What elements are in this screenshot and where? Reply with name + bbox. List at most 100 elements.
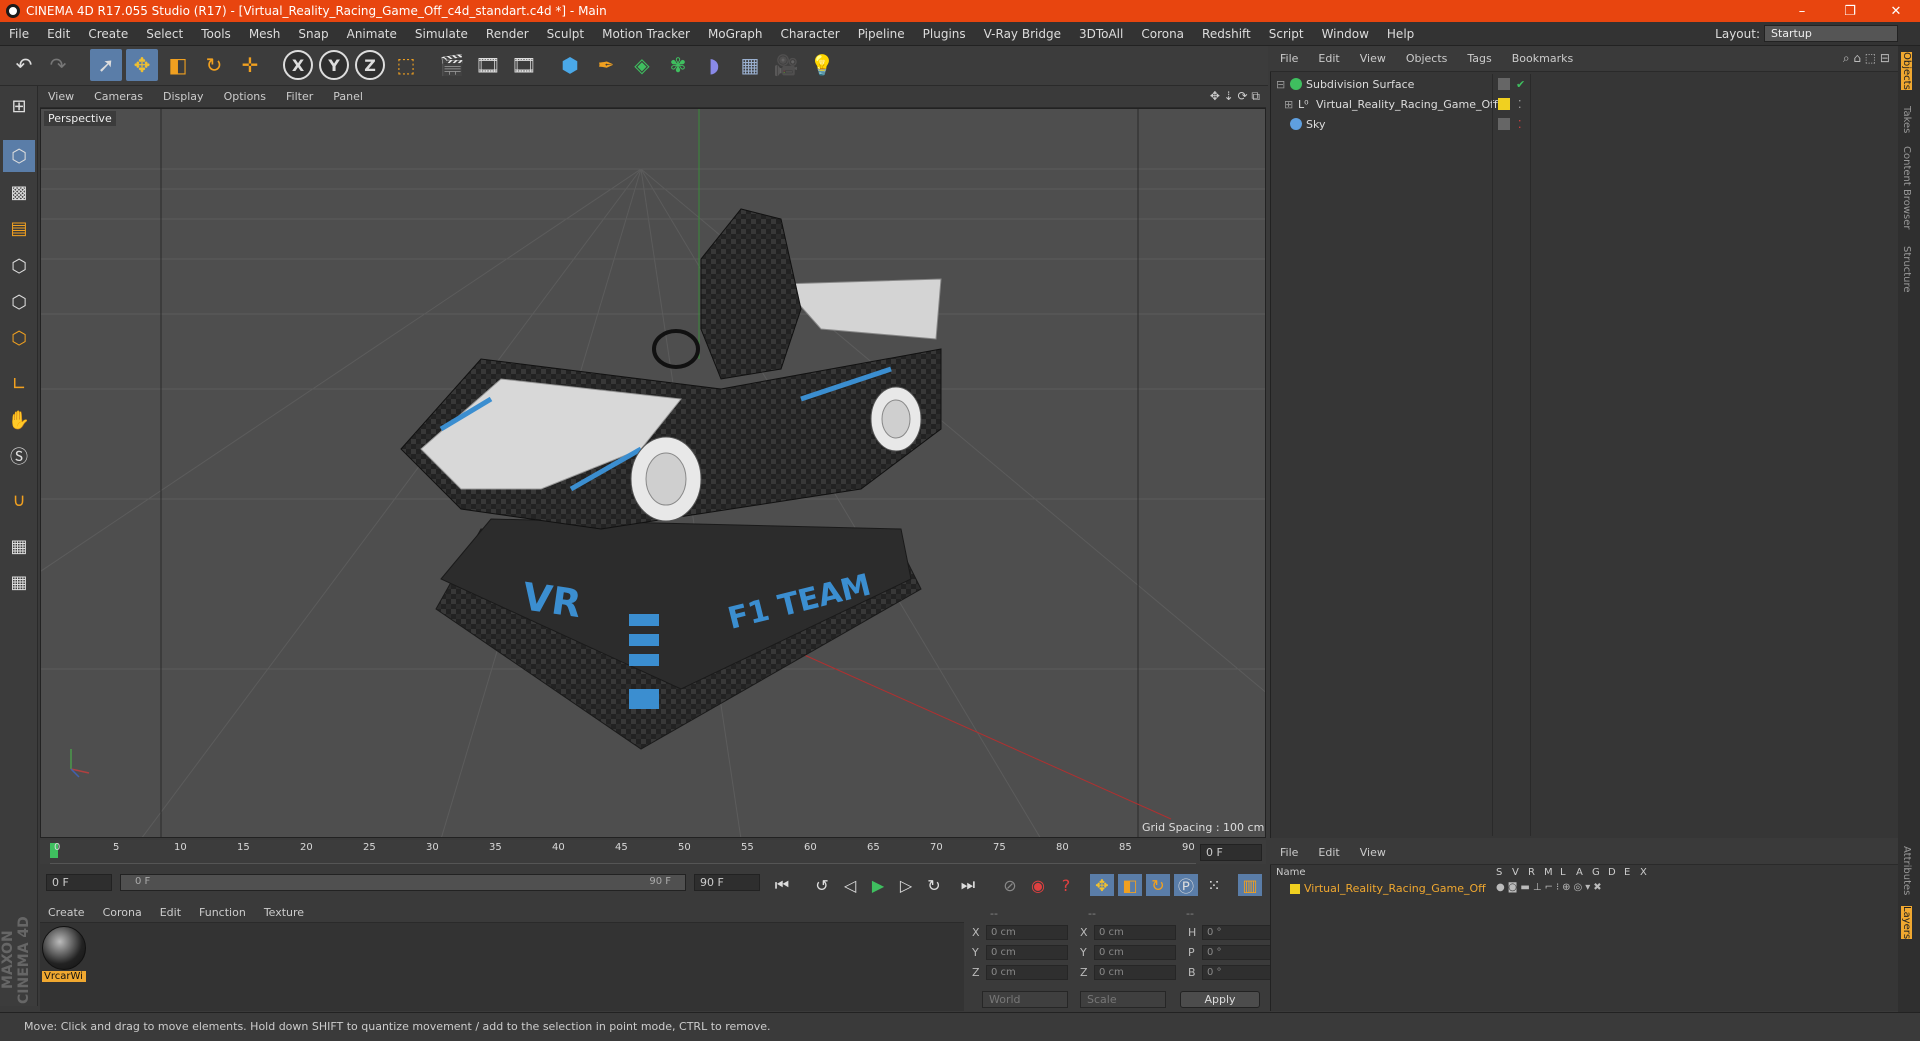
start-frame-field[interactable]: 0 F [46, 874, 112, 891]
layer-flag-icons[interactable]: ●◙▬⊥⌐⁝⊕◎▾✖ [1496, 882, 1605, 893]
layers-menu-file[interactable]: File [1270, 846, 1308, 859]
layers-menu-view[interactable]: View [1350, 846, 1396, 859]
menu-plugins[interactable]: Plugins [914, 27, 975, 41]
close-button[interactable]: ✕ [1874, 0, 1918, 22]
points-mode-button[interactable]: ⬡ [3, 250, 35, 282]
objects-menu-bookmarks[interactable]: Bookmarks [1502, 52, 1583, 65]
menu-corona[interactable]: Corona [1132, 27, 1193, 41]
render-picture-viewer-button[interactable]: 🎞 [472, 49, 504, 81]
material-swatch[interactable]: VrcarWi [42, 926, 86, 984]
motion-path-button[interactable]: ⊘ [998, 874, 1022, 896]
menu-create[interactable]: Create [79, 27, 137, 41]
object-row-subdivision-surface[interactable]: ⊟ Subdivision Surface ✔ [1272, 74, 1896, 94]
expand-toggle-icon[interactable]: ⊟ [1276, 78, 1285, 91]
object-manager-search-icons[interactable]: ⌕ ⌂ ⬚ ⊟ [1843, 51, 1890, 66]
menu-tools[interactable]: Tools [192, 27, 240, 41]
material-manager-area[interactable] [40, 923, 964, 1011]
subdivision-surface-button[interactable]: ◈ [626, 49, 658, 81]
tab-takes[interactable]: Takes [1901, 106, 1912, 133]
size-x-field[interactable]: 0 cm [1094, 925, 1176, 940]
polygons-mode-button[interactable]: ⬡ [3, 322, 35, 354]
object-row-sky[interactable]: Sky ⁚ [1272, 114, 1896, 134]
menu-edit[interactable]: Edit [38, 27, 79, 41]
redo-button[interactable]: ↷ [42, 49, 74, 81]
texture-mode-button[interactable]: ▩ [3, 176, 35, 208]
visibility-dots-icon[interactable] [1498, 118, 1510, 130]
tab-structure[interactable]: Structure [1901, 246, 1912, 293]
menu-sculpt[interactable]: Sculpt [538, 27, 593, 41]
previous-key-button[interactable]: ↺ [810, 874, 834, 896]
menu-character[interactable]: Character [771, 27, 848, 41]
live-selection-button[interactable]: ➚ [90, 49, 122, 81]
snap-button[interactable]: Ⓢ [3, 440, 35, 472]
material-menu-edit[interactable]: Edit [152, 906, 191, 919]
tab-content-browser[interactable]: Content Browser [1901, 146, 1912, 229]
timeline-window-button[interactable]: ▥ [1238, 874, 1262, 896]
size-z-field[interactable]: 0 cm [1094, 965, 1176, 980]
enabled-check-icon[interactable]: ✔ [1516, 78, 1525, 91]
layers-menu-edit[interactable]: Edit [1308, 846, 1349, 859]
axis-mode-button[interactable]: ∟ [3, 368, 35, 400]
material-menu-corona[interactable]: Corona [95, 906, 152, 919]
coordinate-system-button[interactable]: ⬚ [390, 49, 422, 81]
layer-color-swatch[interactable] [1498, 98, 1510, 110]
viewport-menu-options[interactable]: Options [216, 90, 278, 103]
timeline-track[interactable]: 0 5 10 15 20 25 30 35 40 45 50 55 60 65 … [50, 840, 1196, 864]
menu-help[interactable]: Help [1378, 27, 1423, 41]
key-position-button[interactable]: ✥ [1090, 874, 1114, 896]
apply-button[interactable]: Apply [1180, 991, 1260, 1008]
objects-menu-file[interactable]: File [1270, 52, 1308, 65]
menu-select[interactable]: Select [137, 27, 192, 41]
cube-object-button[interactable]: ⬢ [554, 49, 586, 81]
viewport-menu-cameras[interactable]: Cameras [86, 90, 155, 103]
position-z-field[interactable]: 0 cm [986, 965, 1068, 980]
previous-frame-button[interactable]: ◁ [838, 874, 862, 896]
menu-file[interactable]: File [0, 27, 38, 41]
y-axis-button[interactable]: Y [318, 49, 350, 81]
tweak-mode-button[interactable]: ✋ [3, 404, 35, 436]
visibility-dots-icon[interactable] [1498, 78, 1510, 90]
menu-snap[interactable]: Snap [289, 27, 337, 41]
workplane-button[interactable]: ▤ [3, 212, 35, 244]
objects-menu-edit[interactable]: Edit [1308, 52, 1349, 65]
scale-select[interactable]: Scale [1080, 991, 1166, 1008]
visibility-dots-icon[interactable]: ⁚ [1518, 98, 1522, 111]
undo-button[interactable]: ↶ [8, 49, 40, 81]
end-frame-field[interactable]: 90 F [694, 874, 760, 891]
menu-pipeline[interactable]: Pipeline [849, 27, 914, 41]
tab-objects[interactable]: Objects [1901, 52, 1912, 90]
viewport-menu-view[interactable]: View [40, 90, 86, 103]
magnet-button[interactable]: ∪ [3, 484, 35, 516]
rotation-b-field[interactable]: 0 ° [1202, 965, 1274, 980]
menu-motion-tracker[interactable]: Motion Tracker [593, 27, 699, 41]
model-mode-button[interactable]: ⬡ [3, 140, 35, 172]
restore-button[interactable]: ❐ [1828, 0, 1872, 22]
layout-select[interactable]: Startup [1764, 25, 1898, 42]
floor-button[interactable]: ▦ [734, 49, 766, 81]
viewport-menu-filter[interactable]: Filter [278, 90, 325, 103]
rotation-h-field[interactable]: 0 ° [1202, 925, 1274, 940]
play-button[interactable]: ▶ [866, 874, 890, 896]
menu-redshift[interactable]: Redshift [1193, 27, 1260, 41]
current-frame-field[interactable]: 0 F [1200, 844, 1262, 861]
layer-color-swatch[interactable] [1290, 884, 1300, 894]
object-manager-panel[interactable] [1270, 46, 1898, 838]
position-x-field[interactable]: 0 cm [986, 925, 1068, 940]
material-menu-texture[interactable]: Texture [256, 906, 314, 919]
z-axis-button[interactable]: Z [354, 49, 386, 81]
last-tool-button[interactable]: ✛ [234, 49, 266, 81]
object-row-vr-racing-game[interactable]: ⊞ L⁰ Virtual_Reality_Racing_Game_Off ⁚ [1272, 94, 1896, 114]
tag-column-divider[interactable] [1530, 74, 1531, 836]
menu-render[interactable]: Render [477, 27, 538, 41]
light-button[interactable]: 💡 [806, 49, 838, 81]
viewport-menu-panel[interactable]: Panel [325, 90, 375, 103]
camera-button[interactable]: 🎥 [770, 49, 802, 81]
record-button[interactable]: ◉ [1026, 874, 1050, 896]
edit-render-settings-button[interactable]: 🎞 [508, 49, 540, 81]
menu-simulate[interactable]: Simulate [406, 27, 477, 41]
next-key-button[interactable]: ↻ [922, 874, 946, 896]
menu-mesh[interactable]: Mesh [240, 27, 290, 41]
key-pla-button[interactable]: ⁙ [1202, 874, 1226, 896]
go-to-start-button[interactable]: ⏮ [770, 874, 794, 896]
size-y-field[interactable]: 0 cm [1094, 945, 1176, 960]
